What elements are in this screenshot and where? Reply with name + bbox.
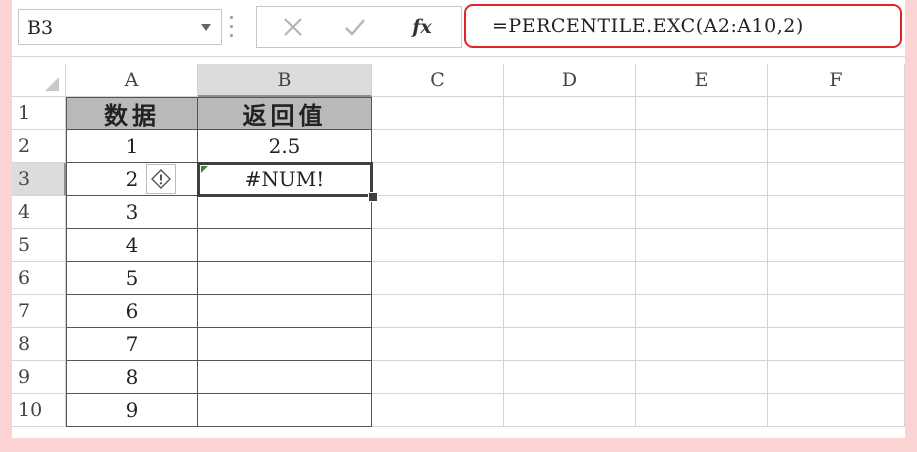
cell-b7[interactable] <box>198 295 372 328</box>
row-header-1[interactable]: 1 <box>12 97 66 130</box>
cell-d9[interactable] <box>504 361 636 394</box>
row-header-8[interactable]: 8 <box>12 328 66 361</box>
cell-e1[interactable] <box>636 97 768 130</box>
cell-b3[interactable]: #NUM! <box>198 163 372 196</box>
cell-b8[interactable] <box>198 328 372 361</box>
cell-e9[interactable] <box>636 361 768 394</box>
cell-f3[interactable] <box>768 163 905 196</box>
column-header-f[interactable]: F <box>768 64 905 97</box>
cell-e10[interactable] <box>636 394 768 427</box>
cell-e2[interactable] <box>636 130 768 163</box>
cell-c3[interactable] <box>372 163 504 196</box>
cell-a5[interactable]: 4 <box>66 229 198 262</box>
cell-a8[interactable]: 7 <box>66 328 198 361</box>
cell-d3[interactable] <box>504 163 636 196</box>
cell-c6[interactable] <box>372 262 504 295</box>
column-header-a[interactable]: A <box>66 64 198 97</box>
grip-dots-icon[interactable] <box>230 16 234 38</box>
cell-d5[interactable] <box>504 229 636 262</box>
cell-f9[interactable] <box>768 361 905 394</box>
column-header-e[interactable]: E <box>636 64 768 97</box>
formula-bar: B3 fx =PERCENTILE.EXC(A2:A10,2) <box>12 0 905 57</box>
cell-f7[interactable] <box>768 295 905 328</box>
cell-c2[interactable] <box>372 130 504 163</box>
row-header-2[interactable]: 2 <box>12 130 66 163</box>
cell-b5[interactable] <box>198 229 372 262</box>
row-header-5[interactable]: 5 <box>12 229 66 262</box>
formula-text: =PERCENTILE.EXC(A2:A10,2) <box>492 15 804 37</box>
insert-function-button[interactable]: fx <box>397 13 447 41</box>
fill-handle[interactable] <box>368 192 378 202</box>
cell-a7[interactable]: 6 <box>66 295 198 328</box>
row-header-4[interactable]: 4 <box>12 196 66 229</box>
row-header-3[interactable]: 3 <box>12 163 66 196</box>
cell-a3[interactable]: 2 <box>66 163 198 196</box>
cell-e5[interactable] <box>636 229 768 262</box>
cell-d6[interactable] <box>504 262 636 295</box>
cell-c8[interactable] <box>372 328 504 361</box>
error-indicator-icon <box>201 166 208 173</box>
cell-e7[interactable] <box>636 295 768 328</box>
cell-b9[interactable] <box>198 361 372 394</box>
cell-c5[interactable] <box>372 229 504 262</box>
cell-a9[interactable]: 8 <box>66 361 198 394</box>
cell-d8[interactable] <box>504 328 636 361</box>
column-header-c[interactable]: C <box>372 64 504 97</box>
cell-f8[interactable] <box>768 328 905 361</box>
column-header-b[interactable]: B <box>198 64 372 97</box>
cell-f2[interactable] <box>768 130 905 163</box>
column-header-d[interactable]: D <box>504 64 636 97</box>
close-icon[interactable] <box>271 11 315 43</box>
cell-d10[interactable] <box>504 394 636 427</box>
cell-a2[interactable]: 1 <box>66 130 198 163</box>
cell-e3[interactable] <box>636 163 768 196</box>
cell-a10[interactable]: 9 <box>66 394 198 427</box>
cell-f1[interactable] <box>768 97 905 130</box>
cell-d7[interactable] <box>504 295 636 328</box>
check-icon[interactable] <box>333 11 377 43</box>
cell-e8[interactable] <box>636 328 768 361</box>
cell-c7[interactable] <box>372 295 504 328</box>
cell-f5[interactable] <box>768 229 905 262</box>
cell-f6[interactable] <box>768 262 905 295</box>
error-diamond-icon[interactable] <box>146 164 176 194</box>
cell-a1[interactable]: 数据 <box>66 97 198 130</box>
spreadsheet-window: B3 fx =PERCENTILE.EXC(A2:A10,2) ABCDEF 1数… <box>12 0 905 438</box>
cell-f4[interactable] <box>768 196 905 229</box>
cell-e4[interactable] <box>636 196 768 229</box>
cell-b10[interactable] <box>198 394 372 427</box>
cell-e6[interactable] <box>636 262 768 295</box>
cell-d4[interactable] <box>504 196 636 229</box>
cell-f10[interactable] <box>768 394 905 427</box>
cell-d2[interactable] <box>504 130 636 163</box>
cell-c9[interactable] <box>372 361 504 394</box>
name-box[interactable]: B3 <box>18 9 222 45</box>
row-header-10[interactable]: 10 <box>12 394 66 427</box>
cell-d1[interactable] <box>504 97 636 130</box>
formula-input[interactable]: =PERCENTILE.EXC(A2:A10,2) <box>464 4 902 48</box>
cell-b4[interactable] <box>198 196 372 229</box>
cell-b6[interactable] <box>198 262 372 295</box>
row-header-9[interactable]: 9 <box>12 361 66 394</box>
formula-buttons: fx <box>256 6 462 48</box>
row-header-6[interactable]: 6 <box>12 262 66 295</box>
row-header-7[interactable]: 7 <box>12 295 66 328</box>
cell-a6[interactable]: 5 <box>66 262 198 295</box>
select-all-corner[interactable] <box>12 64 66 97</box>
cell-b2[interactable]: 2.5 <box>198 130 372 163</box>
cell-c1[interactable] <box>372 97 504 130</box>
chevron-down-icon[interactable] <box>201 24 211 31</box>
cell-c10[interactable] <box>372 394 504 427</box>
cell-c4[interactable] <box>372 196 504 229</box>
cell-b1[interactable]: 返回值 <box>198 97 372 130</box>
cell-a4[interactable]: 3 <box>66 196 198 229</box>
name-box-value: B3 <box>27 17 54 39</box>
select-all-triangle-icon <box>45 77 59 91</box>
